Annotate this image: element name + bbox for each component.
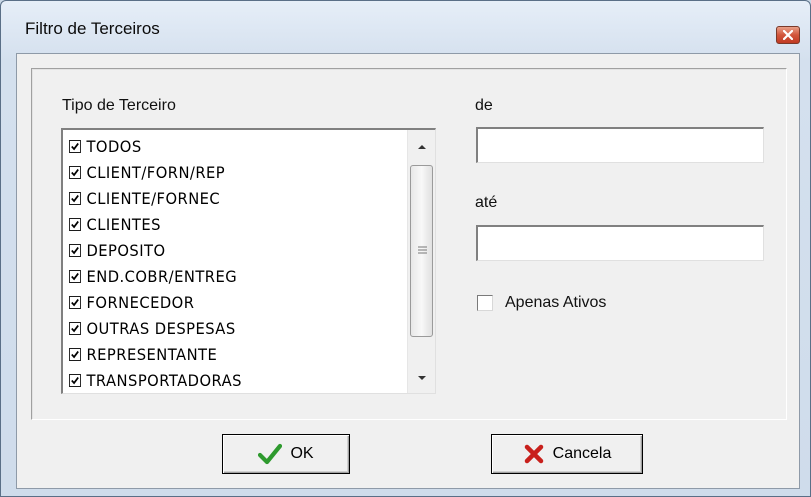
list-item-label: CLIENTE/FORNEC [86, 188, 221, 208]
list-item-checkbox[interactable] [69, 165, 81, 179]
check-icon [71, 272, 79, 280]
list-item-checkbox[interactable] [69, 191, 81, 205]
list-item-checkbox[interactable] [69, 269, 81, 283]
list-item-checkbox[interactable] [69, 295, 81, 309]
check-icon [71, 220, 79, 228]
list-item[interactable]: TODOS [69, 133, 242, 159]
list-item[interactable]: TRANSPORTADORAS [69, 367, 242, 393]
list-item-label: CLIENTES [86, 214, 161, 234]
chevron-up-icon [418, 145, 426, 149]
title-bar[interactable]: Filtro de Terceiros [1, 1, 810, 45]
list-item[interactable]: CLIENT/FORN/REP [69, 159, 242, 185]
check-icon [71, 350, 79, 358]
dialog-window: Filtro de Terceiros Tipo de Terceiro TOD… [0, 0, 811, 497]
list-item[interactable]: CLIENTE/FORNEC [69, 185, 242, 211]
list-item[interactable]: CLIENTES [69, 211, 242, 237]
scroll-up-button[interactable] [408, 132, 436, 158]
window-title: Filtro de Terceiros [25, 19, 160, 38]
list-item-label: END.COBR/ENTREG [86, 266, 238, 286]
list-items: TODOS CLIENT/FORN/REP CLIENTE/FORNEC CLIENT… [69, 133, 257, 393]
list-item-label: TRANSPORTADORAS [86, 370, 242, 390]
tipo-terceiro-label: Tipo de Terceiro [62, 97, 176, 114]
scroll-down-button[interactable] [408, 365, 436, 391]
close-icon [783, 30, 793, 40]
ok-button[interactable]: OK [222, 434, 350, 474]
list-item-checkbox[interactable] [69, 217, 81, 231]
list-item-checkbox[interactable] [69, 347, 81, 361]
ok-button-label: OK [290, 445, 314, 462]
list-scrollbar[interactable] [407, 130, 435, 393]
list-item-label: REPRESENTANTE [86, 344, 218, 364]
list-item[interactable]: DEPOSITO [69, 237, 242, 263]
list-item-label: DEPOSITO [86, 240, 166, 260]
list-item-checkbox[interactable] [69, 243, 81, 257]
check-icon [71, 142, 79, 150]
checkmark-icon [258, 443, 283, 465]
check-icon [71, 324, 79, 332]
ate-label: até [475, 194, 498, 211]
de-input[interactable] [476, 127, 764, 163]
apenas-ativos-box[interactable] [477, 295, 493, 311]
tipo-terceiro-list[interactable]: TODOS CLIENT/FORN/REP CLIENTE/FORNEC CLIENT… [61, 128, 436, 394]
check-icon [71, 246, 79, 254]
list-item-label: CLIENT/FORN/REP [86, 162, 226, 182]
list-item[interactable]: END.COBR/ENTREG [69, 263, 242, 289]
scroll-thumb[interactable] [410, 165, 433, 337]
list-item-checkbox[interactable] [69, 373, 81, 387]
ate-input[interactable] [476, 225, 764, 261]
check-icon [71, 194, 79, 202]
list-item-checkbox[interactable] [69, 321, 81, 335]
check-icon [71, 376, 79, 384]
x-mark-icon [523, 443, 545, 465]
apenas-ativos-label: Apenas Ativos [505, 294, 607, 311]
apenas-ativos-checkbox[interactable]: Apenas Ativos [477, 294, 606, 312]
list-item-label: FORNECEDOR [86, 292, 195, 312]
list-item-label: OUTRAS DESPESAS [86, 318, 236, 338]
chevron-down-icon [418, 376, 426, 380]
check-icon [71, 298, 79, 306]
list-item[interactable]: OUTRAS DESPESAS [69, 315, 242, 341]
cancel-button[interactable]: Cancela [491, 434, 643, 474]
list-item[interactable]: FORNECEDOR [69, 289, 242, 315]
de-label: de [475, 97, 493, 114]
list-item[interactable]: REPRESENTANTE [69, 341, 242, 367]
cancel-button-label: Cancela [552, 445, 612, 462]
grip-icon [418, 246, 427, 254]
check-icon [71, 168, 79, 176]
close-button[interactable] [776, 26, 800, 44]
dialog-body: Tipo de Terceiro TODOS CLIENT/FORN/REP CLI… [16, 53, 800, 489]
list-item-label: TODOS [86, 136, 142, 156]
list-item-checkbox[interactable] [69, 139, 81, 153]
